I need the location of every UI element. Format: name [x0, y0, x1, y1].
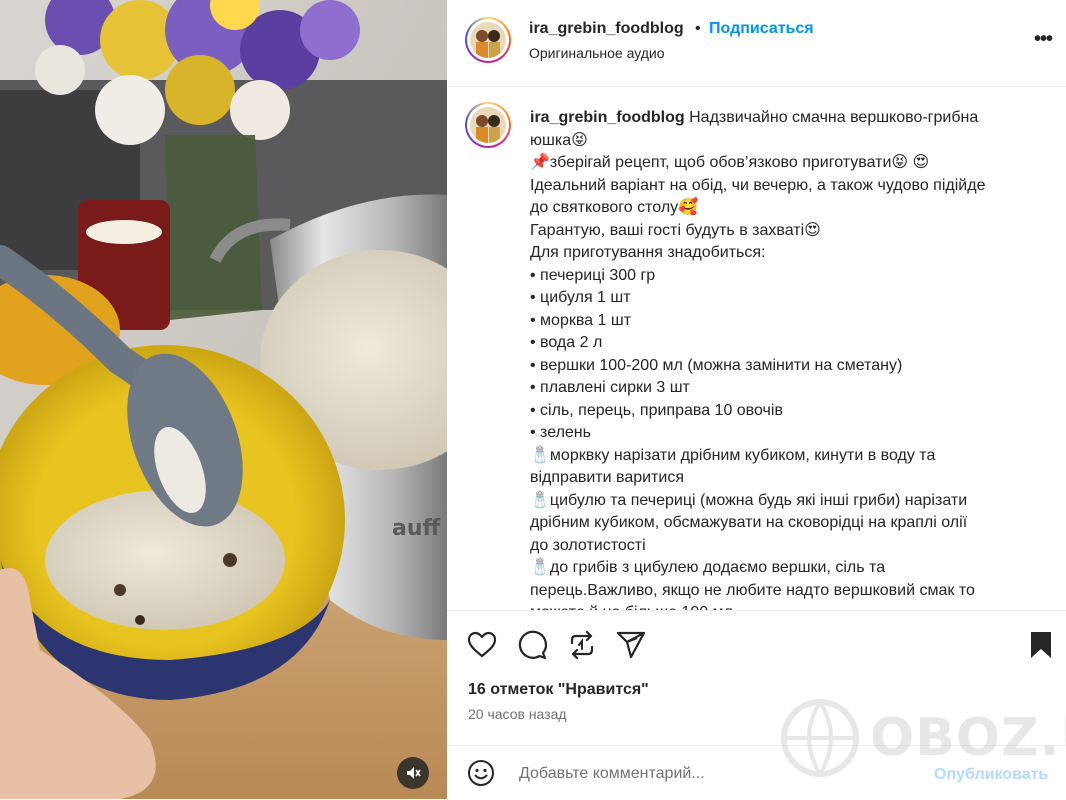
comment-bar: Опубликовать: [447, 745, 1066, 800]
action-bar: [447, 610, 1066, 679]
caption-line: 📌зберігай рецепт, щоб обов’язково пригот…: [530, 154, 930, 171]
username-link[interactable]: ira_grebin_foodblog: [529, 20, 684, 38]
audio-label[interactable]: Оригинальное аудио: [529, 45, 665, 61]
caption-line: до золотистості: [530, 536, 646, 554]
post-caption: ira_grebin_foodblog Надзвичайно смачна в…: [530, 107, 1040, 610]
caption-line: можете й не більше 100 мл: [530, 602, 1040, 610]
post-timestamp[interactable]: 20 часов назад: [468, 706, 567, 722]
caption-line: дрібним кубиком, обсмажувати на сковорід…: [530, 514, 968, 531]
publish-button[interactable]: Опубликовать: [934, 766, 1048, 784]
caption-username[interactable]: ira_grebin_foodblog: [530, 109, 685, 126]
caption-line: Для приготування знадобиться:: [530, 244, 766, 261]
caption-line: • зелень: [530, 424, 591, 441]
caption-line: відправити варитися: [530, 469, 684, 486]
caption-line: Надзвичайно смачна вершково-грибна: [684, 109, 979, 126]
caption-line: перець.Важливо, якщо не любите надто вер…: [530, 581, 975, 599]
caption-line: Ідеальний варіант на обід, чи вечерю, а …: [530, 176, 986, 194]
mute-button[interactable]: [397, 757, 429, 789]
caption-line: • вершки 100-200 мл (можна замінити на с…: [530, 356, 903, 374]
follow-button[interactable]: Подписаться: [709, 20, 814, 38]
caption-line: • сіль, перець, приправа 10 овочів: [530, 401, 783, 419]
caption-avatar[interactable]: [465, 102, 511, 148]
more-horizontal-icon[interactable]: •••: [1034, 28, 1053, 51]
post-header: ira_grebin_foodblog • Подписаться Оригин…: [447, 0, 1066, 87]
caption-line: 🧂морквку нарізати дрібним кубиком, кинут…: [530, 446, 936, 464]
caption-line: юшка😝: [530, 131, 588, 149]
post-details-panel: ira_grebin_foodblog • Подписаться Оригин…: [447, 0, 1066, 799]
comment-input[interactable]: [517, 760, 921, 788]
pot-brand: auff: [392, 516, 442, 541]
caption-line: • цибуля 1 шт: [530, 289, 631, 306]
heart-icon[interactable]: [466, 629, 498, 661]
separator-dot: •: [695, 20, 701, 37]
caption-line: • вода 2 л: [530, 334, 603, 351]
caption-line: • морква 1 шт: [530, 311, 632, 329]
emoji-icon[interactable]: [467, 759, 495, 787]
caption-scroll-area[interactable]: ira_grebin_foodblog Надзвичайно смачна в…: [447, 87, 1066, 610]
post-media[interactable]: auff: [0, 0, 447, 799]
likes-count[interactable]: 16 отметок "Нравится": [468, 681, 649, 699]
bookmark-icon[interactable]: [1025, 629, 1057, 661]
speaker-muted-icon: [407, 767, 421, 779]
caption-line: Гарантую, ваші гості будуть в захваті😍: [530, 221, 821, 239]
repost-icon[interactable]: [566, 629, 598, 661]
caption-line: 🧂до грибів з цибулею додаємо вершки, сіл…: [530, 559, 886, 576]
caption-line: • печериці 300 гр: [530, 266, 656, 284]
soup-photo: auff: [0, 0, 447, 799]
comment-icon[interactable]: [516, 629, 548, 661]
caption-line: • плавлені сирки 3 шт: [530, 379, 690, 396]
caption-line: 🧂цибулю та печериці (можна будь які інші…: [530, 491, 968, 509]
caption-line: до святкового столу🥰: [530, 199, 699, 216]
avatar[interactable]: [465, 17, 511, 63]
share-icon[interactable]: [615, 629, 647, 661]
